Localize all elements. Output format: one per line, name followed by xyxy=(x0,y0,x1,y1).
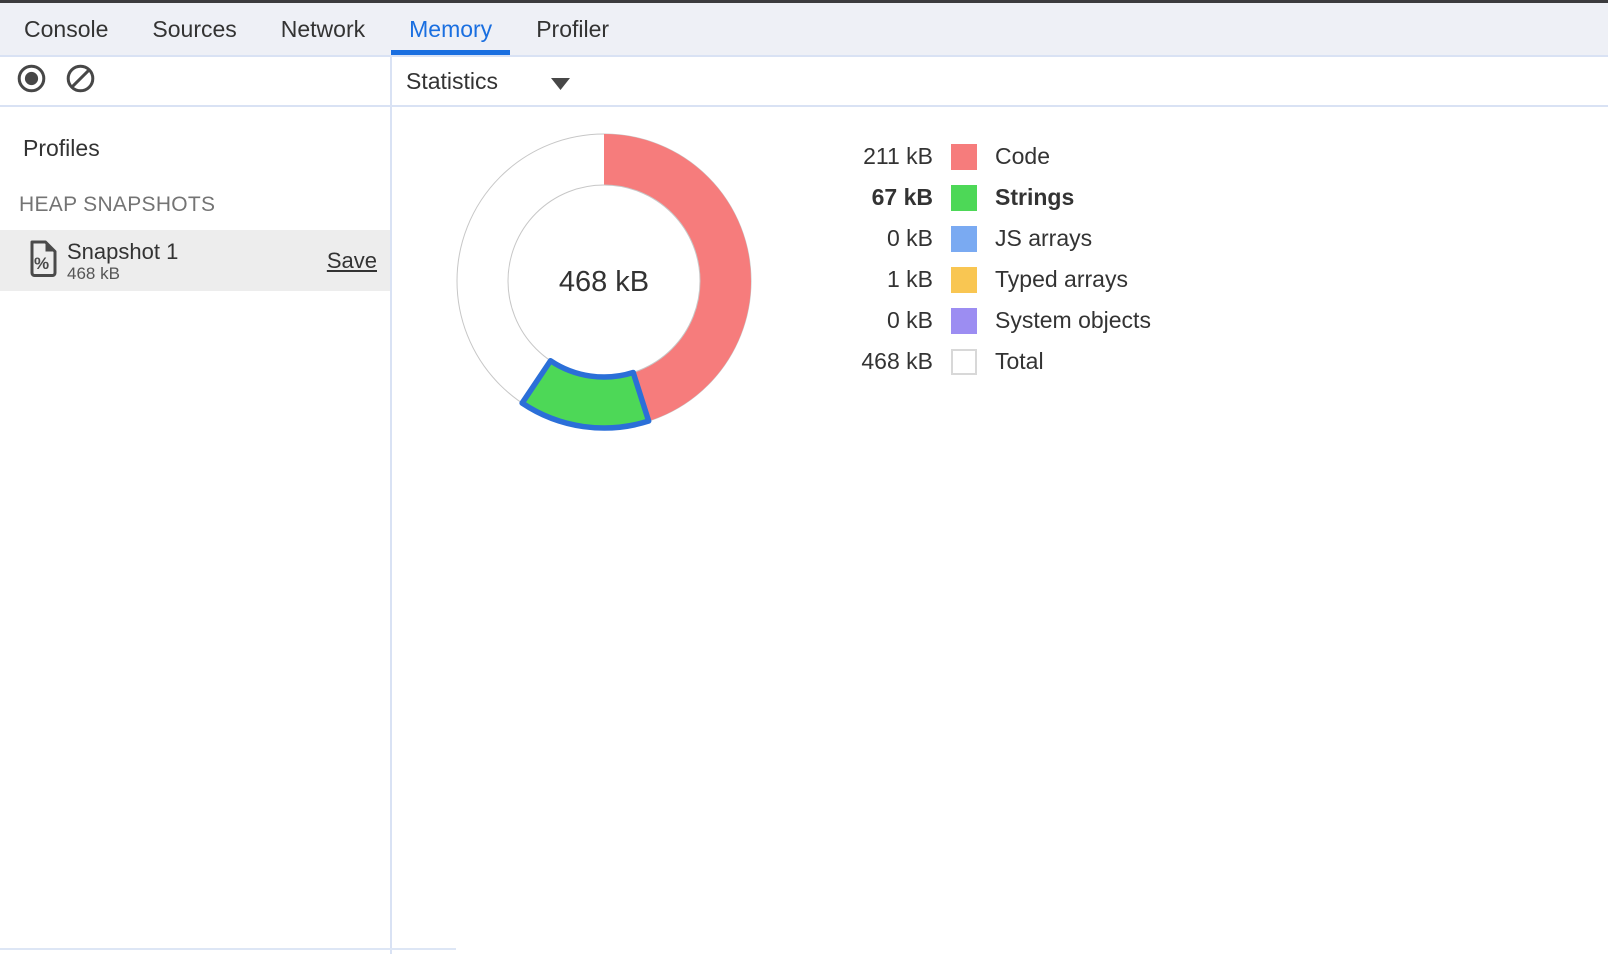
tab-memory[interactable]: Memory xyxy=(387,3,514,55)
legend-row-total: 468 kB Total xyxy=(783,341,1151,382)
chevron-down-icon xyxy=(551,69,570,96)
save-snapshot-link[interactable]: Save xyxy=(327,248,377,274)
legend-swatch-typed-arrays xyxy=(951,267,977,293)
tab-label: Sources xyxy=(152,16,236,43)
record-heap-profile-button[interactable] xyxy=(17,67,46,96)
legend-row-strings: 67 kB Strings xyxy=(783,177,1151,218)
legend-label: Total xyxy=(995,348,1044,375)
perspective-select[interactable]: Statistics xyxy=(392,66,570,96)
legend-swatch-total xyxy=(951,349,977,375)
tab-network[interactable]: Network xyxy=(259,3,387,55)
legend-swatch-code xyxy=(951,144,977,170)
profiles-heading: Profiles xyxy=(23,135,390,162)
toolbar: Statistics xyxy=(0,57,1608,107)
tab-profiler[interactable]: Profiler xyxy=(514,3,631,55)
legend-swatch-strings xyxy=(951,185,977,211)
clear-profiles-button[interactable] xyxy=(66,67,95,96)
legend-label: Typed arrays xyxy=(995,266,1128,293)
donut-center-label: 468 kB xyxy=(559,266,649,298)
clear-icon xyxy=(66,64,95,98)
legend-value: 1 kB xyxy=(783,266,933,293)
panel-tabbar: Console Sources Network Memory Profiler xyxy=(0,3,1608,57)
legend-swatch-js-arrays xyxy=(951,226,977,252)
devtools-window: Console Sources Network Memory Profiler xyxy=(0,0,1608,954)
perspective-select-label: Statistics xyxy=(406,68,498,95)
legend-label: Code xyxy=(995,143,1050,170)
sidebar-item-snapshot-1[interactable]: % Snapshot 1 468 kB Save xyxy=(0,230,390,291)
legend-swatch-system-objects xyxy=(951,308,977,334)
snapshot-title: Snapshot 1 xyxy=(67,239,178,264)
profiles-sidebar: Profiles HEAP SNAPSHOTS % Snapshot 1 468… xyxy=(0,107,392,954)
legend-value: 0 kB xyxy=(783,307,933,334)
svg-text:%: % xyxy=(34,254,49,273)
view-toolbar: Statistics xyxy=(392,57,1608,105)
statistics-view: 468 kB 211 kB Code 67 kB Strings 0 kB JS… xyxy=(392,107,1608,954)
snapshot-info: Snapshot 1 468 kB xyxy=(67,239,178,283)
legend-value: 468 kB xyxy=(783,348,933,375)
legend-row-js-arrays: 0 kB JS arrays xyxy=(783,218,1151,259)
snapshot-size: 468 kB xyxy=(67,264,178,283)
legend-value: 67 kB xyxy=(783,184,933,211)
tab-label: Memory xyxy=(409,16,492,43)
legend-row-typed-arrays: 1 kB Typed arrays xyxy=(783,259,1151,300)
legend-label: Strings xyxy=(995,184,1074,211)
legend-value: 211 kB xyxy=(783,143,933,170)
record-icon xyxy=(17,64,46,98)
legend-row-code: 211 kB Code xyxy=(783,136,1151,177)
legend-row-system-objects: 0 kB System objects xyxy=(783,300,1151,341)
panel-body: Profiles HEAP SNAPSHOTS % Snapshot 1 468… xyxy=(0,107,1608,954)
legend-label: JS arrays xyxy=(995,225,1092,252)
tab-sources[interactable]: Sources xyxy=(130,3,258,55)
tab-label: Console xyxy=(24,16,108,43)
statistics-donut-chart[interactable]: 468 kB xyxy=(448,125,760,442)
heap-snapshot-file-icon: % xyxy=(28,240,58,282)
status-bar-divider xyxy=(0,948,456,950)
heap-snapshots-section-heading: HEAP SNAPSHOTS xyxy=(19,193,390,217)
profiles-toolbar xyxy=(0,57,392,105)
statistics-legend: 211 kB Code 67 kB Strings 0 kB JS arrays… xyxy=(783,136,1151,382)
legend-label: System objects xyxy=(995,307,1151,334)
legend-value: 0 kB xyxy=(783,225,933,252)
tab-label: Network xyxy=(281,16,365,43)
tab-label: Profiler xyxy=(536,16,609,43)
tab-console[interactable]: Console xyxy=(2,3,130,55)
